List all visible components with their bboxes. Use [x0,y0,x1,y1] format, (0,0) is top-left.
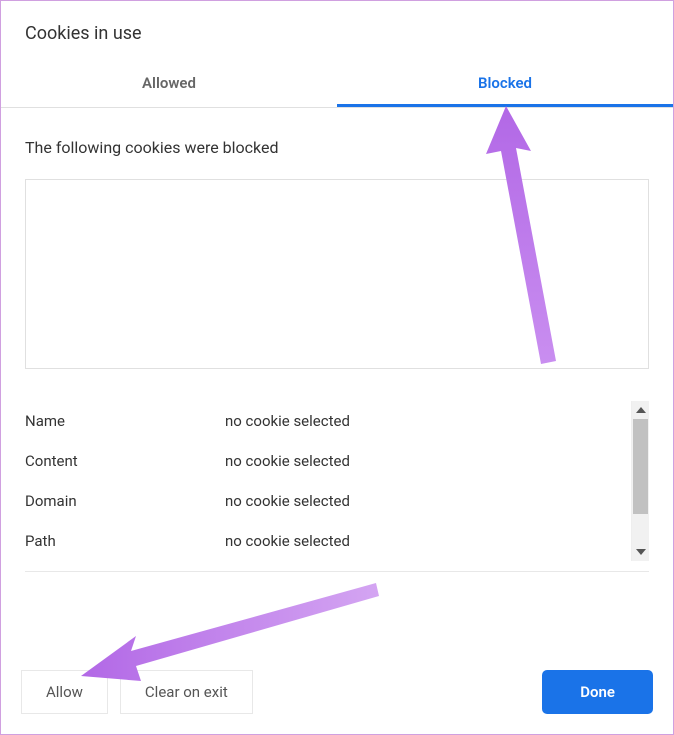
done-button[interactable]: Done [542,670,653,714]
dialog-footer: Allow Clear on exit Done [21,670,653,714]
tab-allowed[interactable]: Allowed [1,64,337,107]
content-label: Content [25,452,225,470]
annotation-arrow-icon [81,581,381,681]
allow-button[interactable]: Allow [21,670,108,714]
tab-blocked[interactable]: Blocked [337,64,673,107]
name-label: Name [25,412,225,430]
blocked-subtitle: The following cookies were blocked [25,138,649,157]
scroll-up-icon[interactable] [632,401,649,419]
detail-row-content: Content no cookie selected [25,441,649,481]
domain-label: Domain [25,492,225,510]
detail-row-name: Name no cookie selected [25,401,649,441]
content-area: The following cookies were blocked Name … [1,108,673,572]
details-scrollbar[interactable] [631,401,649,561]
cookie-list[interactable] [25,179,649,369]
divider [25,571,649,572]
domain-value: no cookie selected [225,492,350,510]
name-value: no cookie selected [225,412,350,430]
clear-on-exit-button[interactable]: Clear on exit [120,670,253,714]
path-label: Path [25,532,225,550]
path-value: no cookie selected [225,532,350,550]
dialog-title: Cookies in use [25,23,649,44]
detail-row-domain: Domain no cookie selected [25,481,649,521]
scroll-thumb[interactable] [633,419,648,514]
cookie-details-panel: Name no cookie selected Content no cooki… [25,401,649,561]
tab-bar: Allowed Blocked [1,64,673,108]
content-value: no cookie selected [225,452,350,470]
detail-row-path: Path no cookie selected [25,521,649,561]
scroll-down-icon[interactable] [632,543,649,561]
dialog-header: Cookies in use [1,1,673,64]
